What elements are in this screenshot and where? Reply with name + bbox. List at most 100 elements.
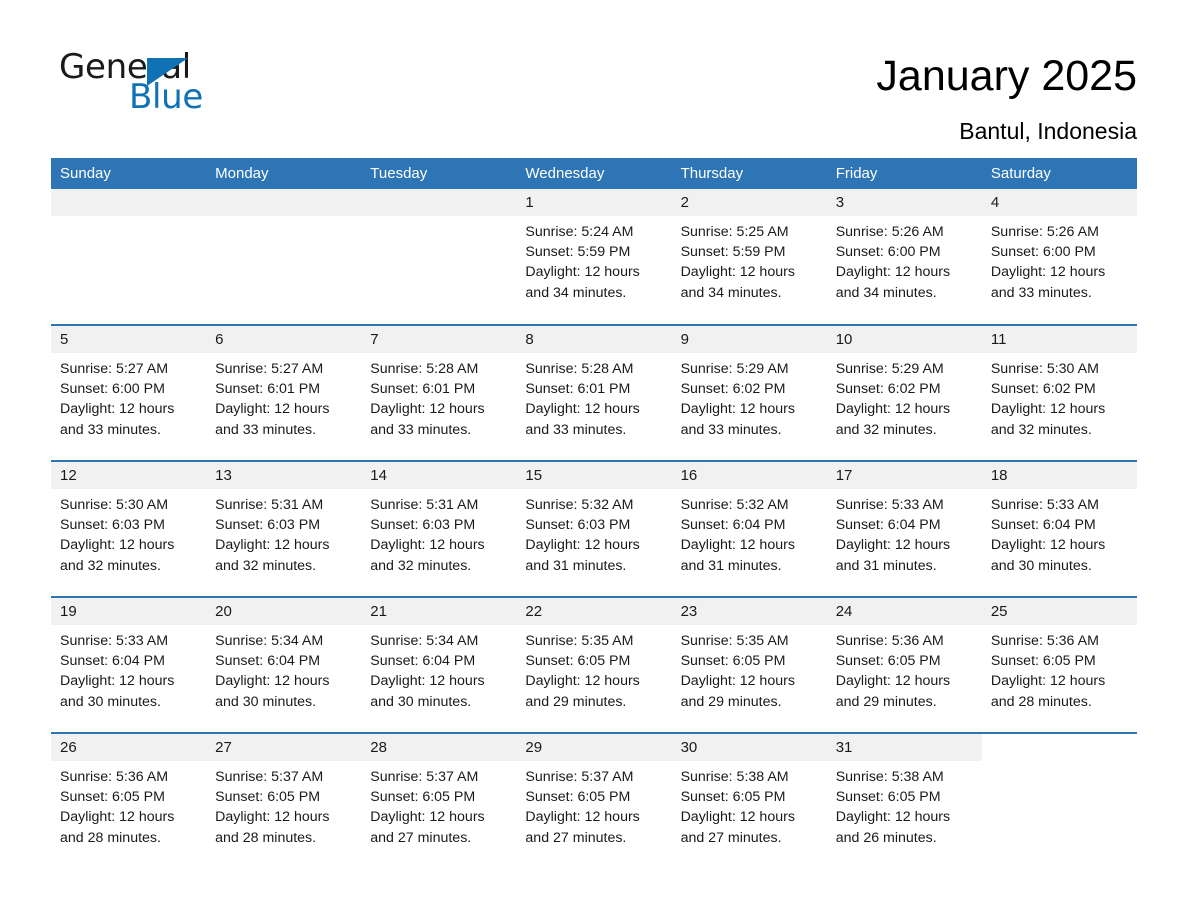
day-cell[interactable]: 9 Sunrise: 5:29 AM Sunset: 6:02 PM Daylight… — [671, 326, 827, 443]
day-cell[interactable]: 26 Sunrise: 5:36 AM Sunset: 6:05 PM Dayligh… — [51, 734, 207, 851]
day-details: Sunrise: 5:28 AM Sunset: 6:01 PM Daylight:… — [361, 353, 516, 440]
calendar-cell: 5 Sunrise: 5:27 AM Sunset: 6:00 PM Daylight… — [51, 324, 207, 443]
day-cell[interactable]: 7 Sunrise: 5:28 AM Sunset: 6:01 PM Daylight… — [361, 326, 517, 443]
day-cell[interactable]: 14 Sunrise: 5:31 AM Sunset: 6:03 PM Dayligh… — [361, 462, 517, 579]
day-number: 23 — [671, 598, 827, 625]
day-number: 22 — [516, 598, 672, 625]
daylight-text-line2: and 33 minutes. — [215, 421, 317, 438]
calendar-cell: 30 Sunrise: 5:38 AM Sunset: 6:05 PM Dayligh… — [671, 732, 827, 851]
general-blue-logo[interactable]: General Blue — [51, 48, 211, 120]
day-details: Sunrise: 5:31 AM Sunset: 6:03 PM Daylight:… — [361, 489, 516, 576]
calendar-week-row: 1 Sunrise: 5:24 AM Sunset: 5:59 PM Daylight… — [51, 189, 1137, 307]
daylight-text-line2: and 32 minutes. — [370, 557, 472, 574]
weekday-header-thursday: Thursday — [671, 158, 827, 189]
sunrise-text: Sunrise: 5:27 AM — [60, 361, 169, 377]
sunrise-text: Sunrise: 5:27 AM — [215, 361, 324, 377]
day-details: Sunrise: 5:38 AM Sunset: 6:05 PM Daylight:… — [827, 761, 982, 848]
day-cell[interactable]: 5 Sunrise: 5:27 AM Sunset: 6:00 PM Daylight… — [51, 326, 207, 443]
calendar-cell: 9 Sunrise: 5:29 AM Sunset: 6:02 PM Daylight… — [671, 324, 827, 443]
day-details: Sunrise: 5:29 AM Sunset: 6:02 PM Daylight:… — [827, 353, 982, 440]
day-cell[interactable]: 18 Sunrise: 5:33 AM Sunset: 6:04 PM Dayligh… — [981, 462, 1137, 579]
day-details: Sunrise: 5:28 AM Sunset: 6:01 PM Daylight:… — [516, 353, 671, 440]
day-details: Sunrise: 5:27 AM Sunset: 6:00 PM Daylight:… — [51, 353, 206, 440]
calendar-cell: 13 Sunrise: 5:31 AM Sunset: 6:03 PM Dayligh… — [206, 460, 362, 579]
daylight-text-line2: and 34 minutes. — [680, 284, 782, 301]
sunrise-text: Sunrise: 5:37 AM — [525, 769, 634, 785]
sunrise-text: Sunrise: 5:26 AM — [990, 224, 1099, 240]
day-details: Sunrise: 5:24 AM Sunset: 5:59 PM Daylight:… — [516, 216, 671, 303]
sunrise-text: Sunrise: 5:28 AM — [370, 361, 479, 377]
week-spacer-cell — [51, 715, 1137, 733]
sunset-text: Sunset: 6:02 PM — [680, 381, 786, 398]
daylight-text-line1: Daylight: 12 hours — [990, 673, 1106, 690]
day-number — [51, 189, 207, 216]
day-cell[interactable]: 22 Sunrise: 5:35 AM Sunset: 6:05 PM Dayligh… — [516, 598, 672, 715]
daylight-text-line1: Daylight: 12 hours — [680, 809, 795, 826]
daylight-text-line1: Daylight: 12 hours — [215, 809, 330, 826]
day-cell[interactable]: 1 Sunrise: 5:24 AM Sunset: 5:59 PM Daylight… — [516, 189, 672, 307]
day-cell[interactable]: 3 Sunrise: 5:26 AM Sunset: 6:00 PM Daylight… — [826, 189, 982, 307]
sunrise-text: Sunrise: 5:36 AM — [60, 769, 169, 785]
day-cell[interactable]: 8 Sunrise: 5:28 AM Sunset: 6:01 PM Daylight… — [516, 326, 672, 443]
day-cell[interactable]: 15 Sunrise: 5:32 AM Sunset: 6:03 PM Dayligh… — [516, 462, 672, 579]
daylight-text-line2: and 31 minutes. — [525, 557, 627, 574]
daylight-text-line2: and 31 minutes. — [680, 557, 782, 574]
day-cell[interactable]: 20 Sunrise: 5:34 AM Sunset: 6:04 PM Dayligh… — [206, 598, 362, 715]
sunrise-text: Sunrise: 5:26 AM — [835, 224, 944, 240]
day-cell[interactable]: 29 Sunrise: 5:37 AM Sunset: 6:05 PM Dayligh… — [516, 734, 672, 851]
day-cell[interactable]: 30 Sunrise: 5:38 AM Sunset: 6:05 PM Dayligh… — [671, 734, 827, 851]
daylight-text-line1: Daylight: 12 hours — [60, 809, 175, 826]
calendar-cell: 24 Sunrise: 5:36 AM Sunset: 6:05 PM Dayligh… — [826, 596, 982, 715]
sunset-text: Sunset: 6:03 PM — [60, 517, 165, 534]
day-cell[interactable]: 11 Sunrise: 5:30 AM Sunset: 6:02 PM Dayligh… — [981, 326, 1137, 443]
day-cell[interactable]: 13 Sunrise: 5:31 AM Sunset: 6:03 PM Dayligh… — [206, 462, 362, 579]
day-cell[interactable]: 27 Sunrise: 5:37 AM Sunset: 6:05 PM Dayligh… — [206, 734, 362, 851]
day-cell[interactable]: 2 Sunrise: 5:25 AM Sunset: 5:59 PM Daylight… — [671, 189, 827, 307]
daylight-text-line1: Daylight: 12 hours — [215, 401, 330, 418]
daylight-text-line1: Daylight: 12 hours — [990, 537, 1106, 554]
day-cell[interactable]: 16 Sunrise: 5:32 AM Sunset: 6:04 PM Dayligh… — [671, 462, 827, 579]
day-cell[interactable]: 25 Sunrise: 5:36 AM Sunset: 6:05 PM Dayligh… — [981, 598, 1137, 715]
day-number: 2 — [671, 189, 827, 216]
daylight-text-line1: Daylight: 12 hours — [215, 673, 330, 690]
day-cell[interactable]: 4 Sunrise: 5:26 AM Sunset: 6:00 PM Daylight… — [981, 189, 1137, 307]
sunrise-text: Sunrise: 5:28 AM — [525, 361, 634, 377]
daylight-text-line2: and 28 minutes. — [990, 693, 1092, 710]
daylight-text-line2: and 32 minutes. — [215, 557, 317, 574]
day-cell[interactable]: 23 Sunrise: 5:35 AM Sunset: 6:05 PM Dayligh… — [671, 598, 827, 715]
day-cell[interactable]: 21 Sunrise: 5:34 AM Sunset: 6:04 PM Dayligh… — [361, 598, 517, 715]
day-details: Sunrise: 5:31 AM Sunset: 6:03 PM Daylight:… — [206, 489, 361, 576]
day-cell[interactable]: 12 Sunrise: 5:30 AM Sunset: 6:03 PM Dayligh… — [51, 462, 207, 579]
day-number: 8 — [516, 326, 672, 353]
day-number: 28 — [361, 734, 517, 761]
sunrise-text: Sunrise: 5:30 AM — [990, 361, 1099, 377]
sunset-text: Sunset: 5:59 PM — [525, 244, 631, 261]
day-cell[interactable]: 28 Sunrise: 5:37 AM Sunset: 6:05 PM Dayligh… — [361, 734, 517, 851]
calendar-cell: 31 Sunrise: 5:38 AM Sunset: 6:05 PM Dayligh… — [826, 732, 982, 851]
day-number: 16 — [671, 462, 827, 489]
day-cell[interactable]: 6 Sunrise: 5:27 AM Sunset: 6:01 PM Daylight… — [206, 326, 362, 443]
sunset-text: Sunset: 6:04 PM — [990, 517, 1096, 534]
daylight-text-line2: and 32 minutes. — [60, 557, 161, 574]
daylight-text-line2: and 30 minutes. — [990, 557, 1092, 574]
sunset-text: Sunset: 6:04 PM — [60, 653, 165, 670]
daylight-text-line1: Daylight: 12 hours — [990, 264, 1106, 281]
day-details: Sunrise: 5:30 AM Sunset: 6:02 PM Daylight:… — [982, 353, 1137, 440]
day-cell[interactable]: 19 Sunrise: 5:33 AM Sunset: 6:04 PM Dayligh… — [51, 598, 207, 715]
day-cell-empty — [982, 734, 1137, 851]
weekday-header-tuesday: Tuesday — [361, 158, 517, 189]
day-cell[interactable]: 24 Sunrise: 5:36 AM Sunset: 6:05 PM Dayligh… — [826, 598, 982, 715]
day-cell[interactable]: 17 Sunrise: 5:33 AM Sunset: 6:04 PM Dayligh… — [826, 462, 982, 579]
daylight-text-line1: Daylight: 12 hours — [370, 401, 485, 418]
day-number: 1 — [516, 189, 672, 216]
day-cell[interactable]: 10 Sunrise: 5:29 AM Sunset: 6:02 PM Dayligh… — [826, 326, 982, 443]
day-details: Sunrise: 5:38 AM Sunset: 6:05 PM Daylight:… — [672, 761, 827, 848]
day-number: 24 — [826, 598, 982, 625]
day-cell[interactable]: 31 Sunrise: 5:38 AM Sunset: 6:05 PM Dayligh… — [826, 734, 982, 851]
sunrise-text: Sunrise: 5:34 AM — [370, 633, 479, 649]
day-details: Sunrise: 5:36 AM Sunset: 6:05 PM Daylight:… — [982, 625, 1137, 712]
sunrise-text: Sunrise: 5:36 AM — [990, 633, 1099, 649]
daylight-text-line2: and 30 minutes. — [60, 693, 161, 710]
weekday-header-monday: Monday — [206, 158, 362, 189]
day-number — [206, 189, 362, 216]
